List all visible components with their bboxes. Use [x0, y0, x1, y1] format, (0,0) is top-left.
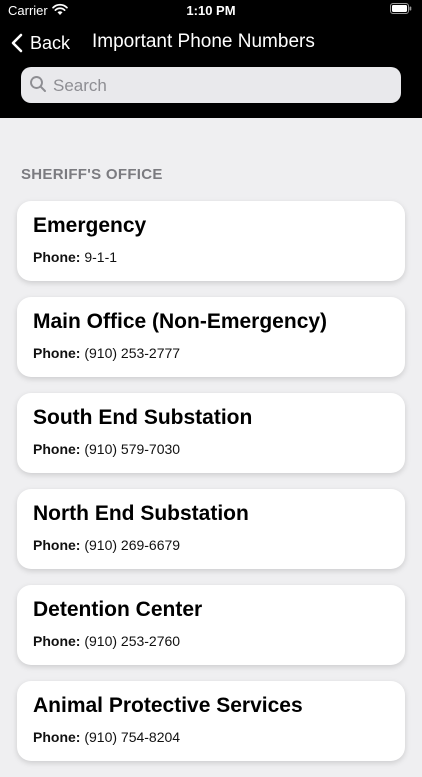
phone-card-detention-center[interactable]: Detention Center Phone: (910) 253-2760 [17, 585, 405, 665]
card-title: South End Substation [33, 406, 253, 429]
card-title: Emergency [33, 214, 147, 237]
card-phone: Phone: (910) 253-2777 [33, 345, 180, 361]
phone-number: (910) 269-6679 [84, 537, 181, 553]
phone-number: (910) 253-2777 [84, 345, 181, 361]
card-phone: Phone: (910) 579-7030 [33, 441, 180, 457]
status-bar: Carrier 1:10 PM [0, 0, 422, 22]
phone-card-south-end-substation[interactable]: South End Substation Phone: (910) 579-70… [17, 393, 405, 473]
phone-card-main-office[interactable]: Main Office (Non-Emergency) Phone: (910)… [17, 297, 405, 377]
phone-number: (910) 579-7030 [84, 441, 181, 457]
back-button[interactable]: Back [10, 30, 70, 56]
phone-label: Phone: [33, 249, 81, 265]
phone-label: Phone: [33, 633, 81, 649]
card-phone: Phone: 9-1-1 [33, 249, 117, 265]
card-title: Main Office (Non-Emergency) [33, 310, 328, 333]
phone-card-north-end-substation[interactable]: North End Substation Phone: (910) 269-66… [17, 489, 405, 569]
phone-card-animal-protective-services[interactable]: Animal Protective Services Phone: (910) … [17, 681, 405, 761]
phone-label: Phone: [33, 537, 81, 553]
search-input[interactable] [51, 67, 395, 105]
phone-number: (910) 253-2760 [84, 633, 181, 649]
phone-number: (910) 754-8204 [84, 729, 181, 745]
navigation-bar: Back Important Phone Numbers [0, 22, 422, 64]
card-title: Animal Protective Services [33, 694, 303, 717]
phone-label: Phone: [33, 345, 81, 361]
back-label: Back [30, 32, 71, 53]
phone-number: 9-1-1 [84, 249, 118, 265]
section-header: SHERIFF'S OFFICE [21, 166, 163, 183]
chevron-left-icon [11, 33, 23, 53]
search-icon [30, 76, 46, 92]
search-bar[interactable] [21, 67, 401, 105]
card-title: Detention Center [33, 598, 203, 621]
card-phone: Phone: (910) 253-2760 [33, 633, 180, 649]
status-time: 1:10 PM [186, 3, 236, 18]
phone-label: Phone: [33, 729, 81, 745]
battery-icon [390, 3, 412, 14]
phone-label: Phone: [33, 441, 81, 457]
page-title: Important Phone Numbers [92, 31, 315, 52]
phone-list: Emergency Phone: 9-1-1 Main Office (Non-… [17, 201, 405, 777]
header: Carrier 1:10 PM Back Important Phone Num… [0, 0, 422, 118]
phone-card-emergency[interactable]: Emergency Phone: 9-1-1 [17, 201, 405, 281]
card-phone: Phone: (910) 269-6679 [33, 537, 180, 553]
card-title: North End Substation [33, 502, 249, 525]
card-phone: Phone: (910) 754-8204 [33, 729, 180, 745]
